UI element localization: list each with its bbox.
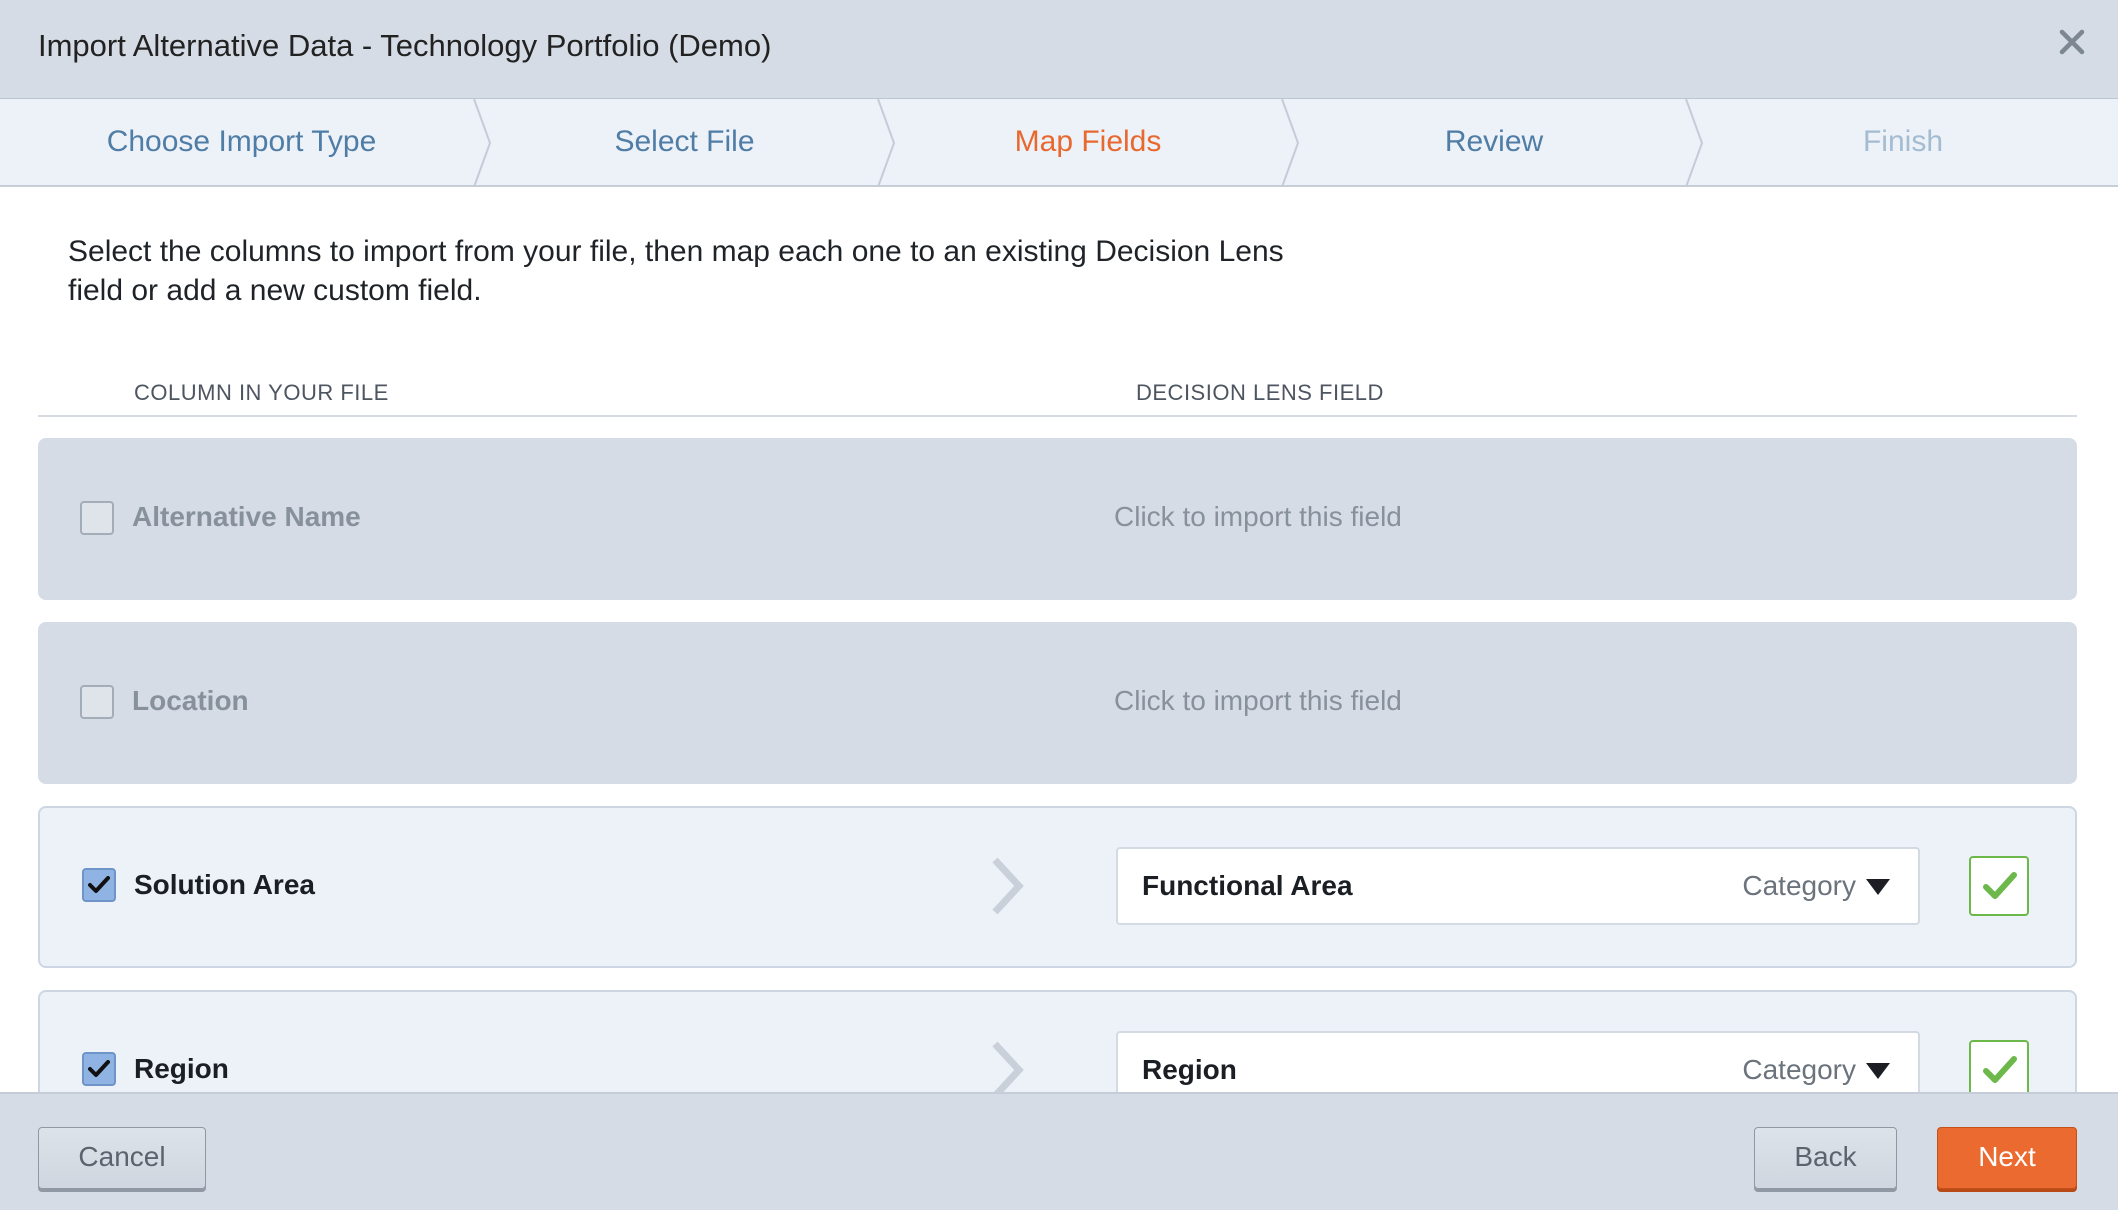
dialog-footer: Cancel Back Next [0, 1092, 2118, 1210]
checkmark-icon [88, 876, 110, 893]
instructions-line-1: Select the columns to import from your f… [68, 235, 1284, 268]
row-checkbox[interactable] [82, 1052, 116, 1086]
row-checkbox[interactable] [80, 501, 114, 535]
step-map-fields[interactable]: Map Fields [886, 99, 1290, 185]
confirm-mapping-button[interactable] [1969, 856, 2029, 916]
file-column-name: Location [132, 685, 249, 716]
wizard-steps: Choose Import Type Select File Map Field… [0, 99, 2118, 187]
decision-lens-field-header: DECISION LENS FIELD [1136, 380, 1384, 405]
selected-field-name: Functional Area [1142, 870, 1353, 901]
confirm-mapping-button[interactable] [1969, 1040, 2029, 1100]
row-checkbox[interactable] [80, 685, 114, 719]
back-button[interactable]: Back [1754, 1127, 1897, 1189]
step-select-file[interactable]: Select File [483, 99, 886, 185]
column-in-file-header: COLUMN IN YOUR FILE [134, 380, 389, 405]
next-button[interactable]: Next [1937, 1127, 2077, 1189]
decision-lens-field-select[interactable]: Functional Area Category [1116, 847, 1920, 925]
mapping-row-location[interactable]: Location Click to import this field [38, 622, 2077, 784]
dialog-header: Import Alternative Data - Technology Por… [0, 0, 2118, 99]
confirm-check-icon [1983, 872, 2017, 899]
dialog-title: Import Alternative Data - Technology Por… [38, 28, 772, 63]
field-type-label: Category [1742, 870, 1856, 901]
instructions-text: Select the columns to import from your f… [68, 232, 1388, 310]
confirm-check-icon [1983, 1056, 2017, 1083]
caret-down-icon [1866, 879, 1890, 895]
mapping-row-alternative-name[interactable]: Alternative Name Click to import this fi… [38, 438, 2077, 600]
file-column-name: Alternative Name [132, 501, 361, 532]
close-icon[interactable] [2052, 22, 2092, 62]
step-review[interactable]: Review [1290, 99, 1698, 185]
caret-down-icon [1866, 1063, 1890, 1079]
header-divider [38, 415, 2077, 417]
step-choose-import-type[interactable]: Choose Import Type [0, 99, 483, 185]
row-checkbox[interactable] [82, 868, 116, 902]
step-finish: Finish [1862, 125, 1944, 158]
mapping-row-solution-area: Solution Area Functional Area Category [38, 806, 2077, 968]
checkmark-icon [88, 1060, 110, 1077]
file-column-name: Solution Area [134, 869, 315, 900]
chevron-right-icon [992, 1041, 1024, 1099]
file-column-name: Region [134, 1053, 229, 1084]
chevron-right-icon [992, 857, 1024, 915]
import-field-placeholder[interactable]: Click to import this field [1114, 685, 1402, 717]
cancel-button[interactable]: Cancel [38, 1127, 206, 1189]
import-field-placeholder[interactable]: Click to import this field [1114, 501, 1402, 533]
instructions-line-2: field or add a new custom field. [68, 274, 482, 307]
